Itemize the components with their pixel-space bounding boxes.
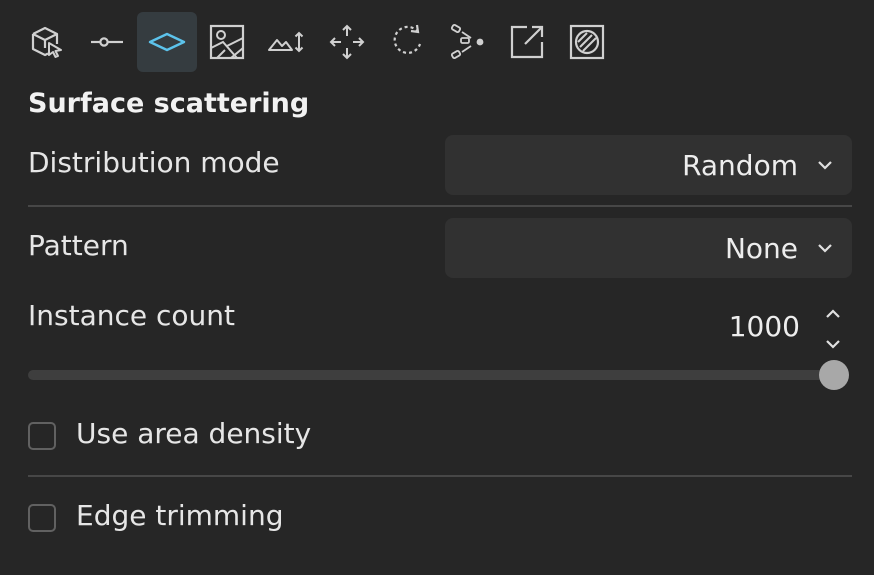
chevron-up-icon[interactable] bbox=[822, 304, 844, 324]
pattern-select[interactable]: None bbox=[445, 218, 852, 278]
divider bbox=[28, 205, 852, 207]
tool-move[interactable] bbox=[317, 12, 377, 72]
chevron-down-icon[interactable] bbox=[822, 334, 844, 354]
distribution-mode-select[interactable]: Random bbox=[445, 135, 852, 195]
distribution-mode-label: Distribution mode bbox=[28, 146, 280, 179]
edge-trimming-checkbox[interactable] bbox=[28, 504, 56, 532]
pattern-value: None bbox=[724, 231, 798, 265]
instance-count-slider-thumb[interactable] bbox=[819, 360, 849, 390]
tool-export[interactable] bbox=[497, 12, 557, 72]
tool-hatch-mask[interactable] bbox=[557, 12, 617, 72]
instance-count-slider-track[interactable] bbox=[28, 370, 834, 380]
section-title: Surface scattering bbox=[28, 88, 310, 119]
scatter-icon bbox=[450, 23, 484, 60]
move-icon bbox=[329, 24, 365, 60]
instance-count-value[interactable]: 1000 bbox=[729, 310, 800, 343]
export-icon bbox=[510, 25, 544, 59]
terrain-height-icon bbox=[268, 31, 304, 53]
hatch-mask-icon bbox=[569, 24, 605, 60]
tool-scatter[interactable] bbox=[437, 12, 497, 72]
tool-point-line[interactable] bbox=[77, 12, 137, 72]
tool-texture-map[interactable] bbox=[197, 12, 257, 72]
cube-select-icon bbox=[31, 26, 62, 58]
tool-terrain-height[interactable] bbox=[257, 12, 317, 72]
toolbar bbox=[17, 12, 617, 72]
edge-trimming-label: Edge trimming bbox=[76, 499, 284, 532]
distribution-mode-value: Random bbox=[682, 148, 798, 182]
use-area-density-checkbox[interactable] bbox=[28, 422, 56, 450]
divider bbox=[28, 475, 852, 477]
texture-map-icon bbox=[209, 24, 245, 60]
surface-scattering-panel: Surface scattering Distribution mode Ran… bbox=[0, 0, 874, 575]
use-area-density-label: Use area density bbox=[76, 417, 312, 450]
instance-count-label: Instance count bbox=[28, 299, 235, 332]
chevron-down-icon bbox=[818, 244, 832, 253]
tool-surface[interactable] bbox=[137, 12, 197, 72]
point-line-icon bbox=[91, 37, 123, 47]
rotate-icon bbox=[393, 24, 422, 54]
surface-icon bbox=[148, 32, 186, 52]
pattern-label: Pattern bbox=[28, 229, 129, 262]
instance-count-stepper bbox=[822, 304, 844, 354]
tool-cube-select[interactable] bbox=[17, 12, 77, 72]
chevron-down-icon bbox=[818, 161, 832, 170]
tool-rotate[interactable] bbox=[377, 12, 437, 72]
